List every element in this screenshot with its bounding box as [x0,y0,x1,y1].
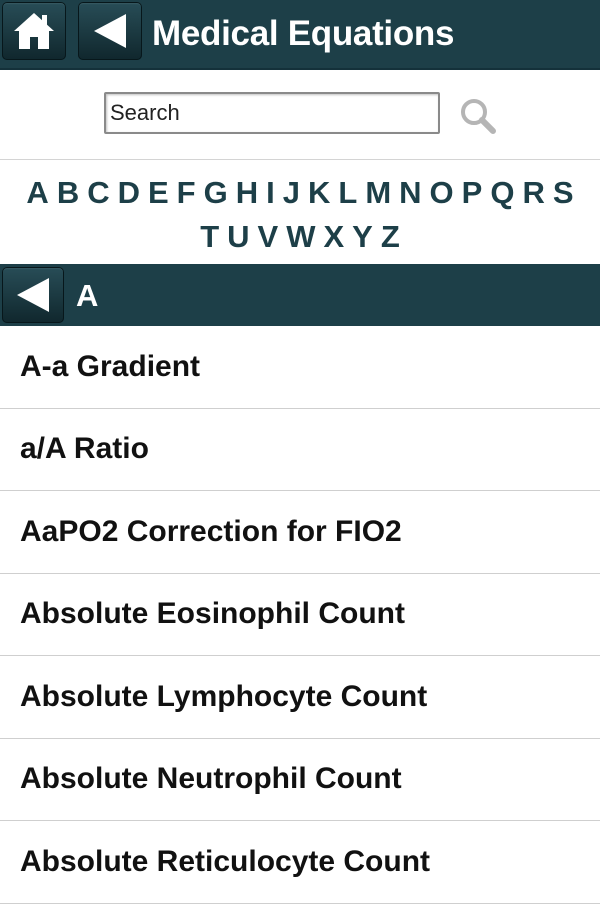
search-button[interactable] [456,94,500,138]
section-back-button[interactable] [2,267,64,323]
magnifier-icon [461,99,496,134]
list-item[interactable]: Absolute Reticulocyte Count [0,821,600,904]
letter-c[interactable]: C [87,175,109,211]
alphabet-row-2: TUVWXYZ [0,215,600,259]
letter-o[interactable]: O [430,175,454,211]
letter-r[interactable]: R [522,175,544,211]
letter-t[interactable]: T [200,219,219,255]
letter-z[interactable]: Z [381,219,400,255]
page-title: Medical Equations [152,14,455,53]
search-bar [0,70,600,160]
list-item[interactable]: Absolute Neutrophil Count [0,739,600,821]
back-arrow-icon [17,278,49,312]
home-icon [14,13,54,49]
letter-w[interactable]: W [286,219,315,255]
alphabet-index: ABCDEFGHIJKLMNOPQRS TUVWXYZ [0,161,600,264]
equation-list: A-a Gradient a/A Ratio AaPO2 Correction fo… [0,326,600,904]
letter-g[interactable]: G [204,175,228,211]
app-header: Medical Equations [0,0,600,70]
alphabet-row-1: ABCDEFGHIJKLMNOPQRS [0,171,600,215]
list-item[interactable]: Absolute Lymphocyte Count [0,656,600,739]
back-button[interactable] [78,2,142,60]
list-item[interactable]: AaPO2 Correction for FIO2 [0,491,600,574]
letter-a[interactable]: A [26,175,48,211]
letter-l[interactable]: L [338,175,357,211]
letter-p[interactable]: P [462,175,483,211]
letter-s[interactable]: S [553,175,574,211]
letter-n[interactable]: N [399,175,421,211]
back-arrow-icon [94,14,126,48]
list-item[interactable]: A-a Gradient [0,326,600,409]
letter-k[interactable]: K [308,175,330,211]
letter-q[interactable]: Q [490,175,514,211]
letter-i[interactable]: I [266,175,275,211]
letter-f[interactable]: F [177,175,196,211]
section-header: A [0,264,600,326]
list-item[interactable]: a/A Ratio [0,409,600,491]
search-input[interactable] [104,92,440,134]
home-button[interactable] [2,2,66,60]
letter-u[interactable]: U [227,219,249,255]
list-item[interactable]: Absolute Eosinophil Count [0,574,600,656]
letter-v[interactable]: V [258,219,279,255]
letter-j[interactable]: J [283,175,300,211]
letter-e[interactable]: E [148,175,169,211]
letter-x[interactable]: X [323,219,344,255]
letter-h[interactable]: H [236,175,258,211]
section-title: A [76,278,99,313]
letter-b[interactable]: B [57,175,79,211]
letter-y[interactable]: Y [352,219,373,255]
letter-m[interactable]: M [365,175,391,211]
letter-d[interactable]: D [118,175,140,211]
